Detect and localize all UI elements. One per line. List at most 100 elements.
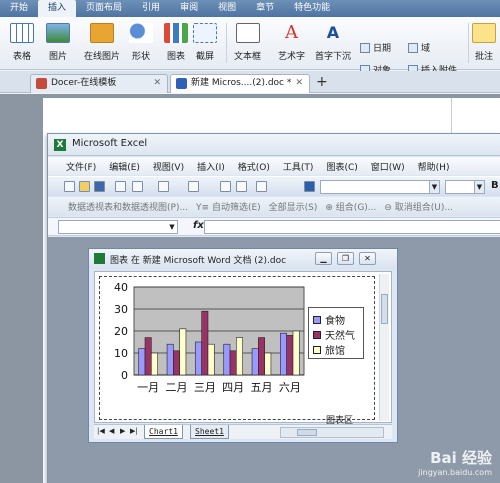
- chart-window: 图表 在 新建 Microsoft Word 文档 (2).doc ▁ ❐ ✕ …: [88, 248, 398, 443]
- sort-descending-icon[interactable]: [236, 181, 247, 192]
- minimize-button[interactable]: ▁: [315, 252, 332, 265]
- chevron-down-icon: ▼: [169, 223, 175, 231]
- x-tick-label: 二月: [166, 381, 188, 394]
- print-preview-icon[interactable]: [115, 181, 126, 192]
- show-all-button[interactable]: 全部显示(S): [269, 200, 318, 213]
- table-label: 表格: [12, 52, 31, 62]
- bar-1-4: [258, 337, 265, 376]
- menu-file[interactable]: 文件(F): [66, 160, 96, 173]
- sheet-tab-chart1[interactable]: Chart1: [144, 425, 183, 439]
- ungroup-button[interactable]: ⊖ 取消组合(U)...: [384, 200, 453, 213]
- docer-icon: [36, 78, 47, 89]
- chart-canvas: 0 10 20 30 40 一月 二月 三月 四月 五月 六月 食物 天然气 旅馆: [94, 271, 392, 426]
- textbox-label: 文本框: [234, 52, 262, 62]
- menu-chapter[interactable]: 章节: [246, 0, 284, 17]
- ribbon-divider: [226, 23, 227, 63]
- font-size-combo[interactable]: ▼: [445, 180, 485, 194]
- save-icon[interactable]: [94, 181, 105, 192]
- name-box[interactable]: ▼: [58, 220, 178, 234]
- bar-2-0: [151, 352, 158, 376]
- textbox-button[interactable]: 文本框: [234, 23, 261, 62]
- menu-view[interactable]: 视图(V): [153, 160, 184, 173]
- dropcap-button[interactable]: A 首字下沉: [315, 23, 351, 62]
- screenshot-button[interactable]: 截屏: [193, 23, 217, 62]
- sort-ascending-icon[interactable]: [220, 181, 231, 192]
- bar-1-5: [286, 335, 294, 376]
- menu-home[interactable]: 开始: [0, 0, 38, 17]
- next-sheet-arrow[interactable]: ▶: [120, 427, 125, 435]
- new-tab-button[interactable]: +: [316, 74, 328, 90]
- legend-item: 天然气: [313, 327, 355, 342]
- bar-1-2: [201, 310, 209, 376]
- close-icon[interactable]: ✕: [295, 75, 303, 92]
- first-sheet-arrow[interactable]: |◀: [97, 427, 105, 435]
- menu-references[interactable]: 引用: [132, 0, 170, 17]
- chart-button[interactable]: 图表: [164, 23, 188, 62]
- font-name-combo[interactable]: ▼: [320, 180, 440, 194]
- tab-docer[interactable]: Docer-在线模板 ✕: [30, 74, 168, 93]
- chart-label: 图表: [166, 52, 185, 62]
- chart-legend[interactable]: 食物 天然气 旅馆: [308, 307, 364, 359]
- screenshot-icon: [193, 23, 217, 43]
- menu-view[interactable]: 视图: [208, 0, 246, 17]
- picture-button[interactable]: 图片: [46, 23, 70, 62]
- field-icon: [408, 42, 418, 53]
- date-button[interactable]: 日期: [360, 41, 391, 54]
- menu-format[interactable]: 格式(O): [238, 160, 270, 173]
- pivot-table-button[interactable]: 数据透视表和数据透视图(P)...: [68, 200, 188, 213]
- comment-label: 批注: [474, 52, 493, 62]
- paste-icon[interactable]: [158, 181, 169, 192]
- close-icon[interactable]: ✕: [153, 75, 161, 92]
- bar-1-3: [229, 350, 237, 376]
- document-tab-strip: Docer-在线模板 ✕ 新建 Micros....(2).doc * ✕: [0, 71, 500, 93]
- menu-window[interactable]: 窗口(W): [371, 160, 405, 173]
- vertical-scrollbar[interactable]: [379, 274, 389, 421]
- legend-swatch: [313, 315, 321, 324]
- menu-insert[interactable]: 插入: [38, 0, 77, 17]
- group-button[interactable]: ⊕ 组合(G)...: [325, 200, 376, 213]
- scroll-thumb[interactable]: [297, 429, 317, 436]
- formula-input[interactable]: [204, 220, 500, 234]
- field-button[interactable]: 域: [408, 41, 430, 54]
- menu-insert[interactable]: 插入(I): [197, 160, 225, 173]
- prev-sheet-arrow[interactable]: ◀: [109, 427, 114, 435]
- autofilter-button[interactable]: Y≡ 自动筛选(E): [196, 200, 261, 213]
- new-file-icon[interactable]: [64, 181, 75, 192]
- menu-tools[interactable]: 工具(T): [283, 160, 314, 173]
- bold-button[interactable]: B: [491, 180, 499, 191]
- menu-features[interactable]: 特色功能: [284, 0, 340, 17]
- online-picture-button[interactable]: 在线图片: [84, 23, 120, 62]
- fx-icon[interactable]: fx: [193, 220, 204, 231]
- toolbar-handle-icon[interactable]: [304, 181, 315, 192]
- formula-bar: ▼ fx: [48, 217, 500, 236]
- menu-page-layout[interactable]: 页面布局: [76, 0, 132, 17]
- help-icon[interactable]: [256, 181, 267, 192]
- undo-icon[interactable]: [188, 181, 199, 192]
- scroll-thumb[interactable]: [381, 294, 388, 324]
- menu-edit[interactable]: 编辑(E): [109, 160, 140, 173]
- excel-icon: X: [54, 139, 66, 151]
- close-button[interactable]: ✕: [359, 252, 376, 265]
- baidu-jingyan-watermark: Bai 经验 jingyan.baidu.com: [418, 449, 492, 477]
- menu-review[interactable]: 审阅: [170, 0, 208, 17]
- wordart-button[interactable]: A 艺术字: [278, 23, 305, 63]
- chart-window-title-bar: 图表 在 新建 Microsoft Word 文档 (2).doc ▁ ❐ ✕: [89, 249, 397, 269]
- sheet-tab-sheet1[interactable]: Sheet1: [190, 425, 229, 439]
- pivot-toolbar: 数据透视表和数据透视图(P)... Y≡ 自动筛选(E) 全部显示(S) ⊕ 组…: [48, 197, 500, 216]
- open-folder-icon[interactable]: [79, 181, 90, 192]
- comment-button[interactable]: 批注: [472, 23, 496, 62]
- excel-chart-icon: [94, 253, 105, 264]
- shape-button[interactable]: 形状: [129, 23, 153, 62]
- horizontal-scrollbar[interactable]: [280, 427, 384, 438]
- column-chart[interactable]: 0 10 20 30 40 一月 二月 三月 四月 五月 六月: [106, 283, 306, 408]
- tab-new-doc[interactable]: 新建 Micros....(2).doc * ✕: [170, 74, 310, 93]
- chart-area[interactable]: 0 10 20 30 40 一月 二月 三月 四月 五月 六月 食物 天然气 旅馆: [99, 276, 375, 426]
- bar-0-4: [251, 348, 259, 376]
- chevron-down-icon: ▼: [474, 181, 484, 193]
- print-icon[interactable]: [132, 181, 143, 192]
- table-button[interactable]: 表格: [10, 23, 34, 62]
- last-sheet-arrow[interactable]: ▶|: [130, 427, 138, 435]
- restore-button[interactable]: ❐: [337, 252, 354, 265]
- menu-chart[interactable]: 图表(C): [326, 160, 357, 173]
- menu-help[interactable]: 帮助(H): [418, 160, 450, 173]
